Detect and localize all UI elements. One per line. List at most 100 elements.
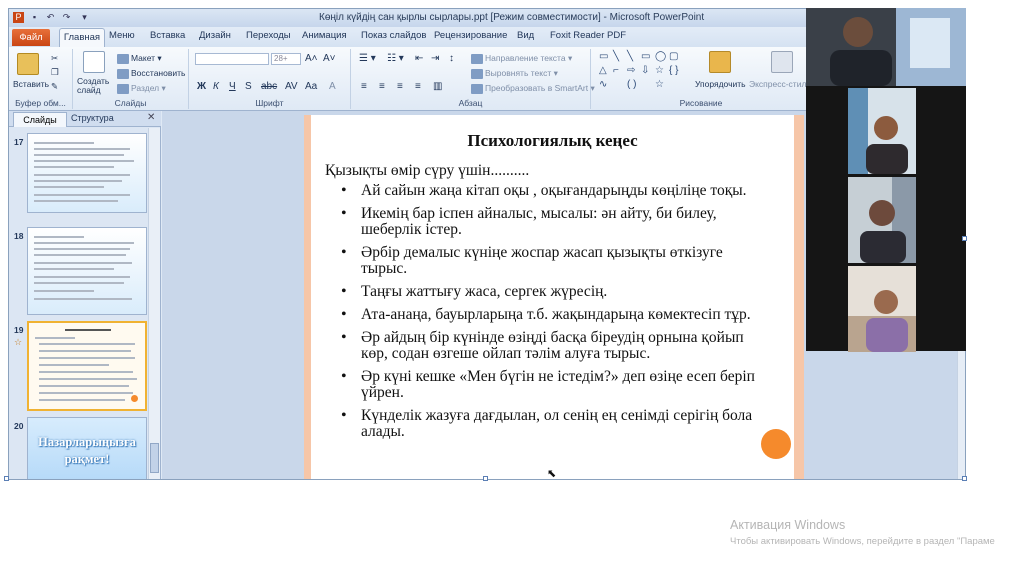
tab-outline[interactable]: Структура — [71, 113, 114, 123]
align-text-icon — [471, 68, 483, 79]
tab-transitions[interactable]: Переходы — [246, 30, 291, 41]
slide-thumbnail-20[interactable]: Назарларыңызға рақмет! — [27, 417, 147, 479]
tab-slides[interactable]: Слайды — [13, 112, 67, 127]
copy-icon[interactable]: ❐ — [51, 67, 59, 78]
tab-animation[interactable]: Анимация — [302, 30, 347, 41]
align-right-icon[interactable]: ≡ — [397, 81, 403, 92]
line-shape-icon[interactable]: ╲ — [613, 51, 619, 62]
close-pane-icon[interactable]: ✕ — [147, 112, 155, 123]
quick-styles-icon[interactable] — [771, 51, 793, 73]
tab-design[interactable]: Дизайн — [199, 30, 231, 41]
quick-styles-button[interactable]: Экспресс-стили — [749, 79, 811, 89]
triangle-shape-icon[interactable]: △ — [599, 65, 607, 76]
new-slide-button[interactable]: Создать слайд — [77, 77, 117, 95]
tab-review[interactable]: Рецензирование — [434, 30, 507, 41]
pane-scrollbar[interactable] — [148, 128, 160, 479]
slide-thumbnail-17[interactable] — [27, 133, 147, 213]
arrange-icon[interactable] — [709, 51, 731, 73]
redo-icon[interactable]: ↷ — [61, 12, 72, 23]
curve-shape-icon[interactable]: ∿ — [599, 79, 607, 90]
paste-button[interactable]: Вставить — [13, 79, 49, 89]
reset-icon — [117, 68, 129, 79]
tab-slideshow[interactable]: Показ слайдов — [361, 30, 426, 41]
section-button[interactable]: Раздел ▾ — [117, 83, 166, 94]
strikethrough-icon[interactable]: abc — [261, 81, 277, 92]
resize-handle[interactable] — [962, 236, 967, 241]
bullets-icon[interactable]: ☰ ▾ — [359, 53, 376, 64]
grow-font-icon[interactable]: A˄ — [305, 53, 318, 64]
cut-icon[interactable]: ✂ — [51, 53, 58, 64]
slide-thumbnail-19[interactable] — [27, 321, 147, 411]
layout-button[interactable]: Макет ▾ — [117, 53, 162, 64]
columns-icon[interactable]: ▥ — [433, 81, 442, 92]
slide-thumbnail-18[interactable] — [27, 227, 147, 315]
underline-icon[interactable]: Ч — [229, 81, 236, 92]
align-center-icon[interactable]: ≡ — [379, 81, 385, 92]
paragraph-group-label: Абзац — [458, 98, 483, 108]
current-slide[interactable]: Психологиялық кеңес Қызықты өмір сүру үш… — [304, 115, 804, 479]
font-name-combo[interactable] — [195, 53, 269, 65]
tab-home[interactable]: Главная — [59, 28, 105, 47]
star5-shape-icon[interactable]: ☆ — [655, 79, 664, 90]
tab-menu[interactable]: Меню — [109, 30, 135, 41]
textbox-shape-icon[interactable]: ▭ — [599, 51, 608, 62]
numbering-icon[interactable]: ☷ ▾ — [387, 53, 404, 64]
slide-intro[interactable]: Қызықты өмір сүру үшін.......... — [325, 162, 529, 180]
font-size-combo[interactable]: 28+ — [271, 53, 301, 65]
arrange-button[interactable]: Упорядочить — [695, 79, 746, 89]
bullet-list[interactable]: Ай сайын жаңа кітап оқы , оқығандарыңды … — [341, 183, 771, 447]
line-spacing-icon[interactable]: ↕ — [449, 53, 454, 64]
rounded-rect-shape-icon[interactable]: ▢ — [669, 51, 678, 62]
tab-file[interactable]: Файл — [12, 29, 50, 46]
tab-view[interactable]: Вид — [517, 30, 534, 41]
smartart-button[interactable]: Преобразовать в SmartArt ▾ — [471, 83, 595, 94]
increase-indent-icon[interactable]: ⇥ — [431, 53, 439, 64]
rectangle-shape-icon[interactable]: ▭ — [641, 51, 650, 62]
decrease-indent-icon[interactable]: ⇤ — [415, 53, 423, 64]
customize-qat-icon[interactable]: ▾ — [79, 12, 90, 23]
shrink-font-icon[interactable]: A˅ — [323, 53, 336, 64]
resize-handle[interactable] — [4, 476, 9, 481]
change-case-icon[interactable]: Aa — [305, 81, 317, 92]
participant-video-icon — [848, 88, 916, 174]
shadow-icon[interactable]: S — [245, 81, 252, 92]
clipboard-group: Вставить ✂ ❐ ✎ Буфер обм... — [9, 49, 73, 109]
tab-insert[interactable]: Вставка — [150, 30, 185, 41]
arrow-right-shape-icon[interactable]: ⇨ — [627, 65, 635, 76]
oval-shape-icon[interactable]: ◯ — [655, 51, 666, 62]
star-shape-icon[interactable]: ☆ — [655, 65, 664, 76]
reset-button[interactable]: Восстановить — [117, 68, 185, 79]
bracket-shape-icon[interactable]: ( ) — [627, 79, 636, 90]
align-text-button[interactable]: Выровнять текст ▾ — [471, 68, 558, 79]
justify-icon[interactable]: ≡ — [415, 81, 421, 92]
screen: P ▪ ↶ ↷ ▾ Көңіл күйдің сан қырлы сырлары… — [0, 0, 1024, 563]
bold-icon[interactable]: Ж — [197, 81, 206, 92]
font-group: 28+ A˄ A˅ Ж К Ч S abc AV Aa A Шрифт — [189, 49, 351, 109]
drawing-group: ▭ ╲ ╲ ▭ ◯ ▢ △ ⌐ ⇨ ⇩ ☆ { } ∿ ( ) ☆ Упоряд… — [591, 49, 811, 109]
brace-shape-icon[interactable]: { } — [669, 65, 678, 76]
arrow-line-shape-icon[interactable]: ╲ — [627, 51, 633, 62]
spacing-icon[interactable]: AV — [285, 81, 298, 92]
align-left-icon[interactable]: ≡ — [361, 81, 367, 92]
paste-icon[interactable] — [17, 53, 39, 75]
slide-number-17: 17 — [14, 137, 24, 147]
resize-handle[interactable] — [483, 476, 488, 481]
save-icon[interactable]: ▪ — [29, 12, 40, 23]
new-slide-icon[interactable] — [83, 51, 105, 73]
resize-handle[interactable] — [962, 476, 967, 481]
pane-scroll-thumb[interactable] — [150, 443, 159, 473]
slide-title[interactable]: Психологиялық кеңес — [311, 131, 794, 151]
corner-shape-icon[interactable]: ⌐ — [613, 65, 619, 76]
app-logo-icon[interactable]: P — [13, 12, 24, 23]
undo-icon[interactable]: ↶ — [45, 12, 56, 23]
tab-foxit[interactable]: Foxit Reader PDF — [550, 30, 626, 41]
text-direction-button[interactable]: Направление текста ▾ — [471, 53, 572, 64]
format-painter-icon[interactable]: ✎ — [51, 81, 58, 92]
font-color-icon[interactable]: A — [329, 81, 336, 92]
bullet-item: Таңғы жаттығу жаса, сергек жүресің. — [341, 284, 771, 301]
bullet-item: Әр айдың бір күнінде өзіңді басқа біреуд… — [341, 330, 771, 362]
participant-video-icon — [848, 177, 916, 263]
italic-icon[interactable]: К — [213, 81, 219, 92]
arrow-down-shape-icon[interactable]: ⇩ — [641, 65, 649, 76]
bullet-item: Икемің бар іспен айналыс, мысалы: ән айт… — [341, 206, 771, 238]
